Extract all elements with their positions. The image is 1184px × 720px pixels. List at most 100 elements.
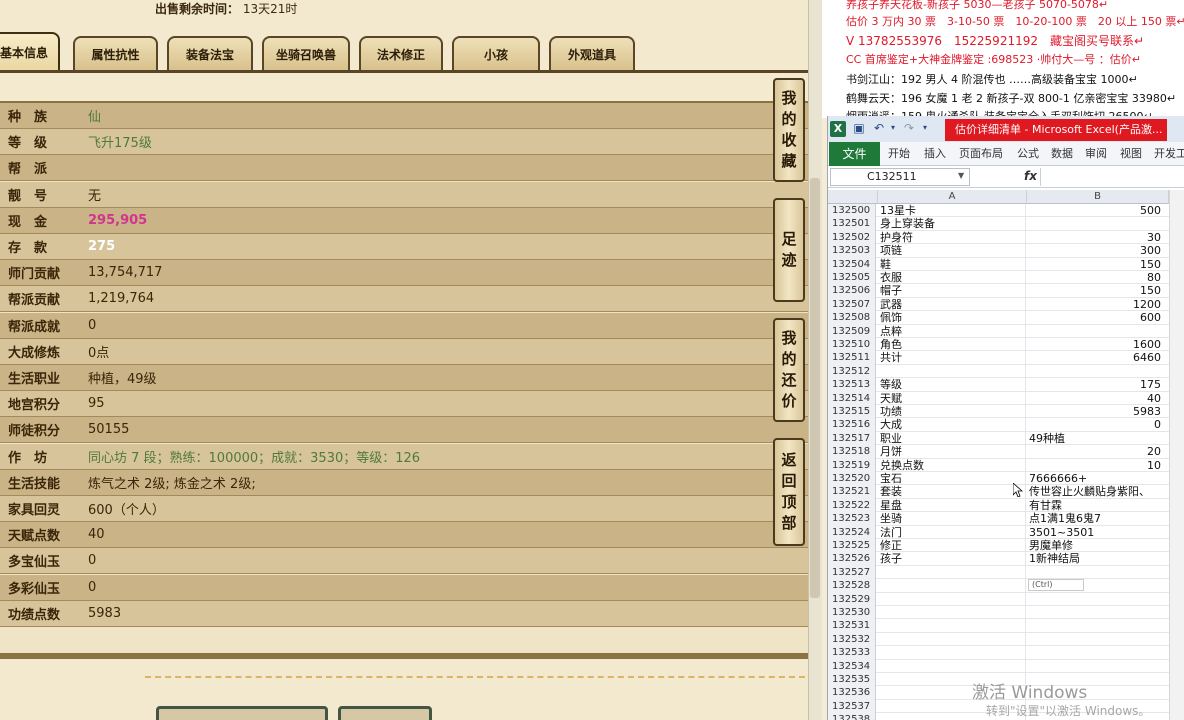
cell-a[interactable] [878,659,1026,673]
row-number[interactable]: 132528 [828,579,876,593]
cell-a[interactable]: 套装 [878,485,1026,499]
row-number[interactable]: 132527 [828,565,876,580]
row-number[interactable]: 132529 [828,592,876,606]
cell-b[interactable] [1027,365,1169,378]
tab-formulas[interactable]: 公式 [1017,142,1039,166]
tab-spell-correction[interactable]: 法术修正 [359,36,443,70]
row-number[interactable]: 132516 [828,418,876,432]
cell-a[interactable]: 月饼 [878,445,1026,459]
cell-b[interactable]: 1200 [1027,298,1169,311]
redo-icon[interactable]: ↷ [902,121,916,135]
tab-home[interactable]: 开始 [888,142,910,166]
tab-equipment[interactable]: 装备法宝 [167,36,253,70]
row-number[interactable]: 132534 [828,659,876,673]
row-number[interactable]: 132508 [828,311,876,325]
footprints-button[interactable]: 足迹 [773,198,805,302]
row-number[interactable]: 132518 [828,445,876,459]
cell-b[interactable]: 300 [1027,244,1169,257]
row-number[interactable]: 132505 [828,271,876,285]
cell-a[interactable]: 天赋 [878,391,1026,405]
cell-a[interactable]: 共计 [878,351,1026,365]
cell-a[interactable]: 护身符 [878,230,1026,245]
row-number[interactable]: 132511 [828,351,876,365]
row-number[interactable]: 132512 [828,364,876,379]
cell-b[interactable]: 1600 [1027,338,1169,351]
cell-b[interactable] [1027,606,1169,619]
row-number[interactable]: 132510 [828,338,876,352]
tab-attributes[interactable]: 属性抗性 [73,36,158,70]
row-number[interactable]: 132520 [828,472,876,486]
cell-a[interactable]: 宝石 [878,472,1026,486]
cell-a[interactable]: 衣服 [878,271,1026,285]
row-number[interactable]: 132536 [828,686,876,700]
cell-b[interactable] [1027,217,1169,230]
row-number[interactable]: 132519 [828,458,876,472]
row-number[interactable]: 132501 [828,217,876,231]
row-number[interactable]: 132532 [828,632,876,647]
cell-b[interactable]: 传世容止火麟贴身紫阳、 [1027,485,1169,498]
tab-page-layout[interactable]: 页面布局 [959,142,1003,166]
row-number[interactable]: 132517 [828,431,876,446]
cell-b[interactable]: 男魔单修 [1027,539,1169,552]
cell-b[interactable]: 175 [1027,378,1169,391]
cell-a[interactable]: 角色 [878,338,1026,352]
cell-b[interactable] [1027,593,1169,606]
cell-a[interactable]: 身上穿装备 [878,217,1026,231]
cell-a[interactable]: 功绩 [878,405,1026,419]
cell-a[interactable]: 法门 [878,525,1026,539]
cell-b[interactable]: 有甘霖 [1027,499,1169,512]
cell-b[interactable]: 500 [1027,204,1169,217]
cell-a[interactable] [878,632,1026,647]
cell-a[interactable]: 点粹 [878,324,1026,338]
row-number[interactable]: 132500 [828,204,876,218]
save-icon[interactable]: ▣ [852,121,866,135]
cell-b[interactable]: 150 [1027,284,1169,297]
insert-function-icon[interactable]: fx [1024,169,1037,183]
cell-a[interactable]: 武器 [878,297,1026,312]
cell-b[interactable]: 3501~3501 [1027,526,1169,539]
tab-basic-info[interactable]: 基本信息 [0,32,60,70]
cell-a[interactable] [878,646,1026,660]
cell-a[interactable]: 13星卡 [878,204,1026,218]
select-all-corner[interactable] [828,190,878,204]
bottom-action-button-2[interactable] [338,706,432,720]
cell-a[interactable] [878,364,1026,379]
cell-b[interactable] [1027,633,1169,646]
tab-file[interactable]: 文件 [829,142,880,166]
row-number[interactable]: 132538 [828,713,876,720]
row-number[interactable]: 132522 [828,498,876,513]
tab-view[interactable]: 视图 [1120,142,1142,166]
cell-a[interactable]: 兑换点数 [878,458,1026,472]
vertical-scrollbar[interactable] [1169,190,1184,720]
name-box-dropdown-icon[interactable]: ▼ [958,171,964,180]
page-scrollbar-thumb[interactable] [810,178,820,598]
bottom-action-button-1[interactable] [156,706,328,720]
cell-a[interactable] [878,592,1026,606]
excel-logo-icon[interactable]: X [830,121,846,137]
row-number[interactable]: 132513 [828,378,876,392]
cell-a[interactable] [878,565,1026,580]
cell-a[interactable]: 等级 [878,378,1026,392]
tab-appearance[interactable]: 外观道具 [549,36,635,70]
cell-b[interactable]: 150 [1027,258,1169,271]
tab-insert[interactable]: 插入 [924,142,946,166]
cell-a[interactable] [878,579,1026,593]
my-favorites-button[interactable]: 我的收藏 [773,78,805,182]
row-number[interactable]: 132533 [828,646,876,660]
cell-b[interactable]: 1新神结局 [1027,552,1169,565]
column-header-b[interactable]: B [1027,190,1169,204]
row-number[interactable]: 132514 [828,391,876,405]
row-number[interactable]: 132524 [828,525,876,539]
cell-a[interactable]: 帽子 [878,284,1026,298]
row-number[interactable]: 132509 [828,324,876,338]
undo-dropdown-icon[interactable]: ▾ [886,121,900,135]
cell-a[interactable]: 星盘 [878,498,1026,513]
cell-b[interactable]: 20 [1027,445,1169,458]
row-number[interactable]: 132504 [828,257,876,271]
cell-b[interactable]: 6460 [1027,351,1169,364]
row-number[interactable]: 132503 [828,244,876,258]
cell-b[interactable]: 0 [1027,418,1169,431]
cell-b[interactable]: 40 [1027,392,1169,405]
row-number[interactable]: 132523 [828,512,876,526]
cell-b[interactable]: 49种植 [1027,432,1169,445]
